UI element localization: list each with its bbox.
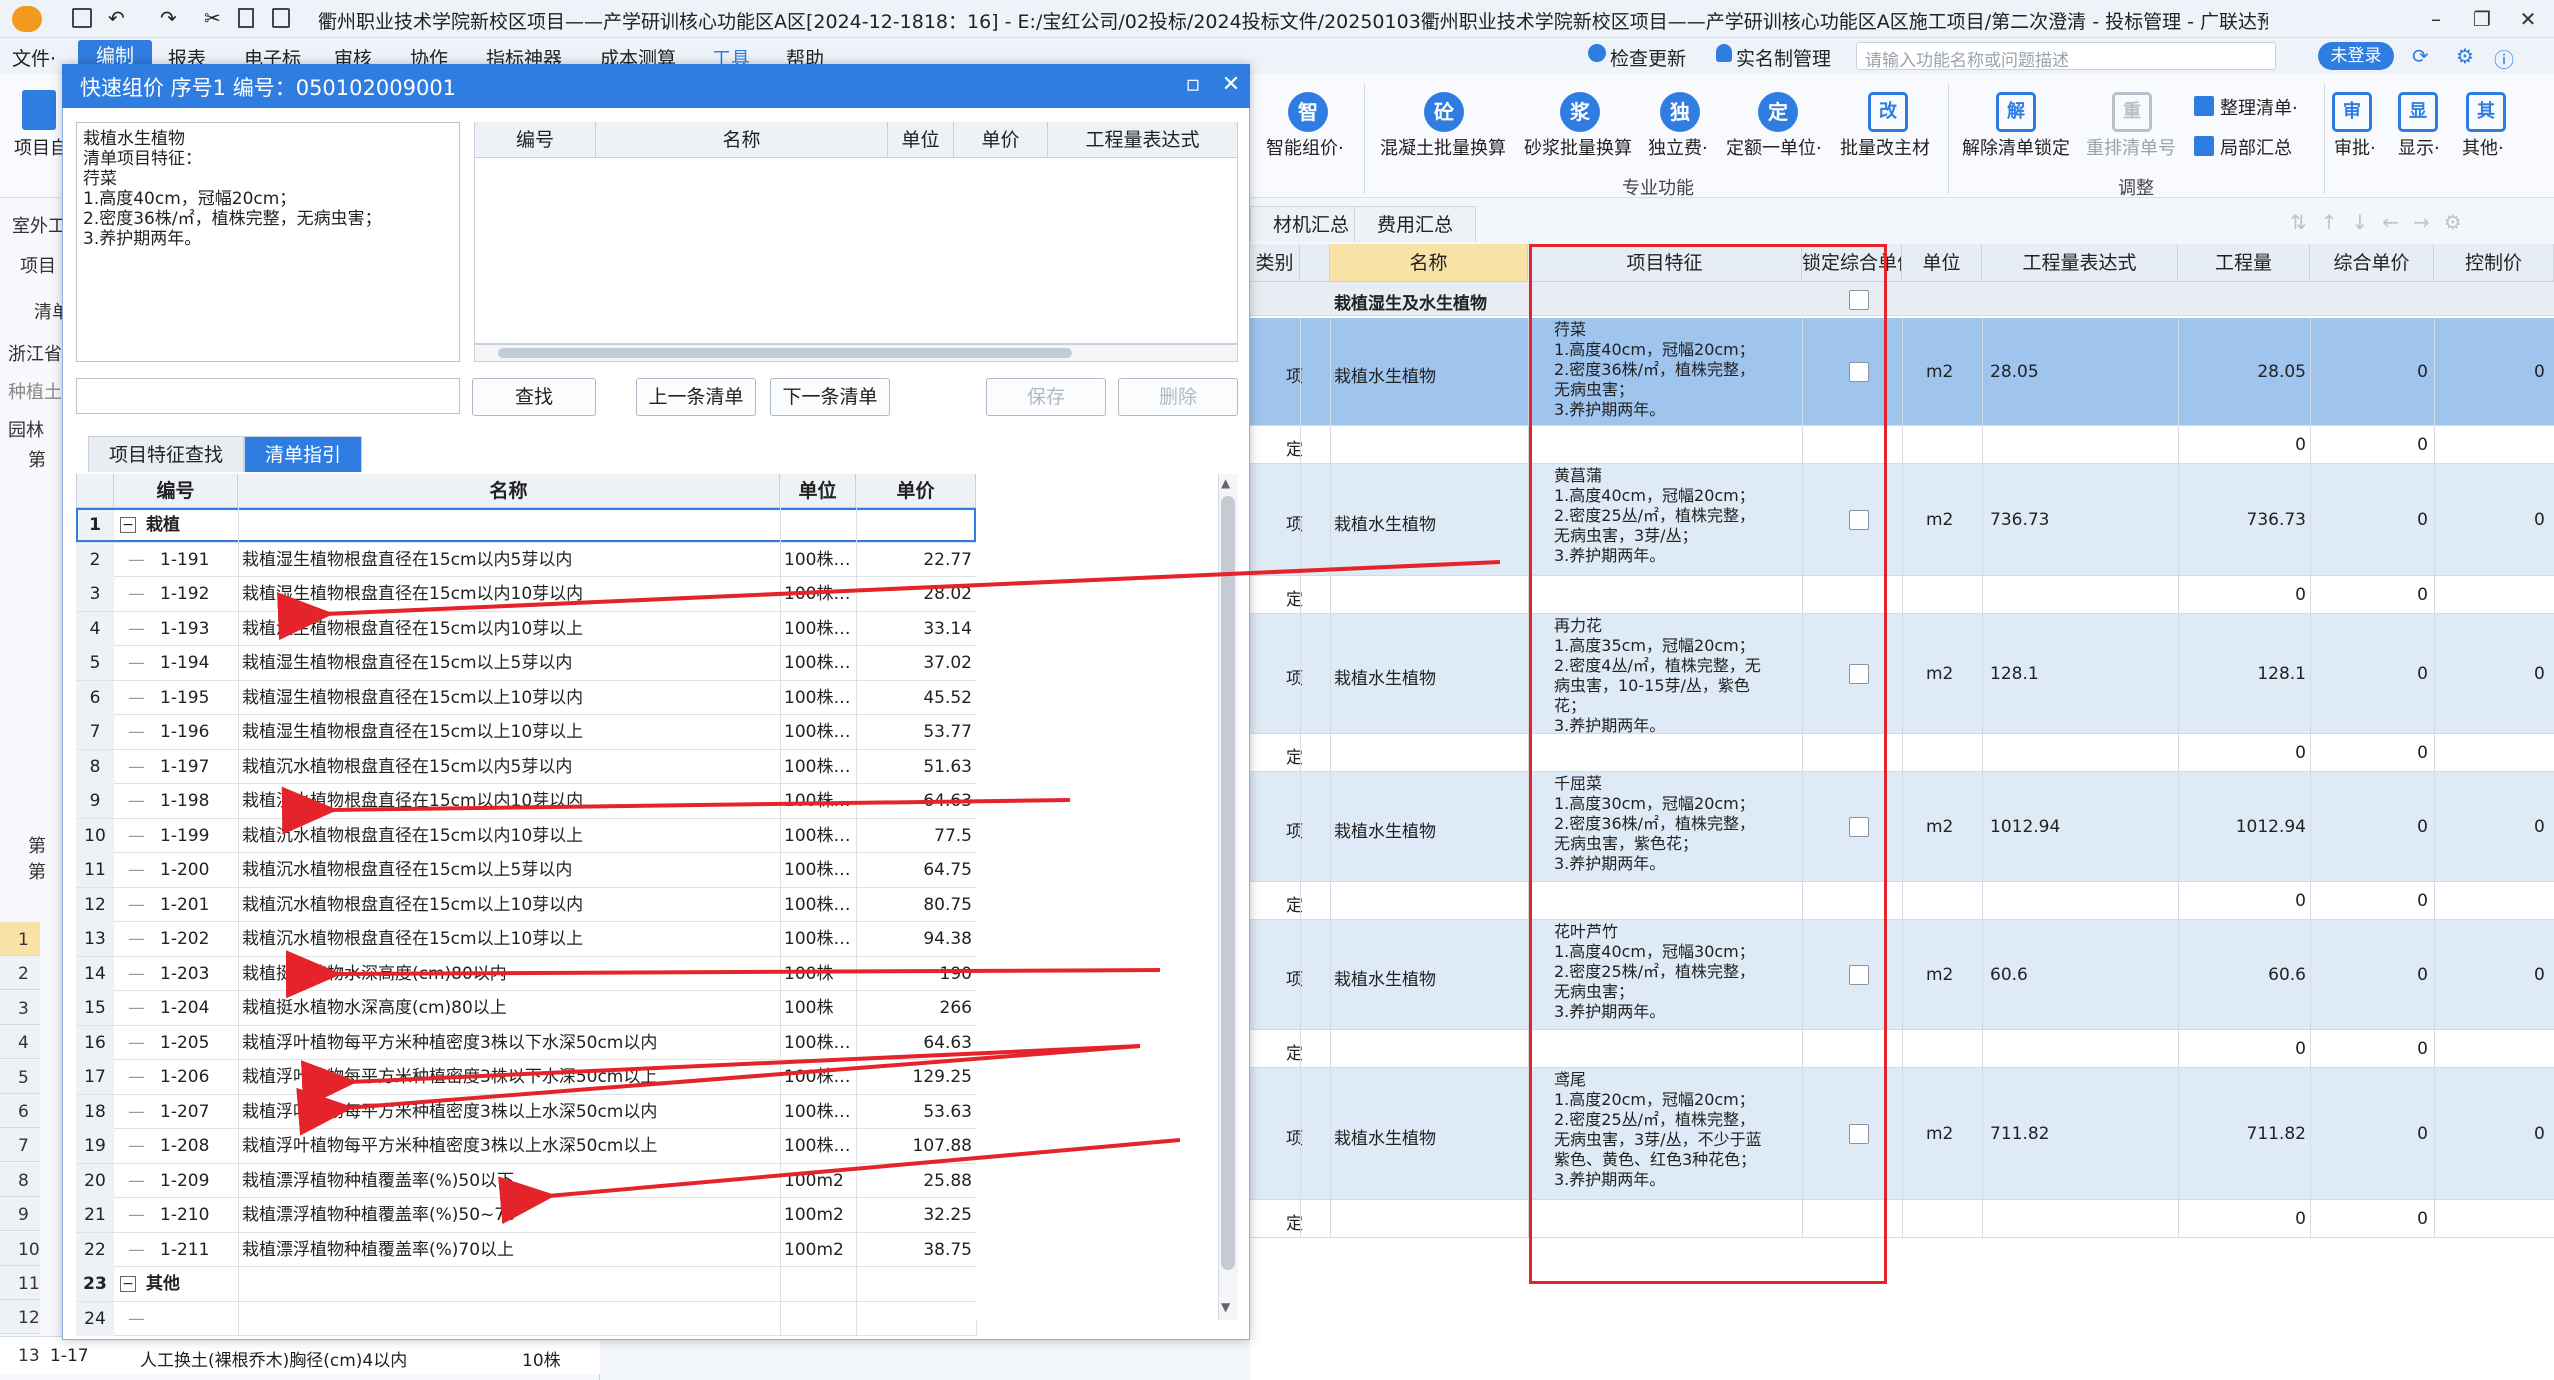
arrow-6 bbox=[498, 1138, 1181, 1225]
arrow-2 bbox=[281, 786, 1071, 835]
arrow-3 bbox=[285, 950, 1161, 999]
annotation-arrows bbox=[276, 560, 1501, 1225]
arrow-1 bbox=[276, 560, 1501, 641]
